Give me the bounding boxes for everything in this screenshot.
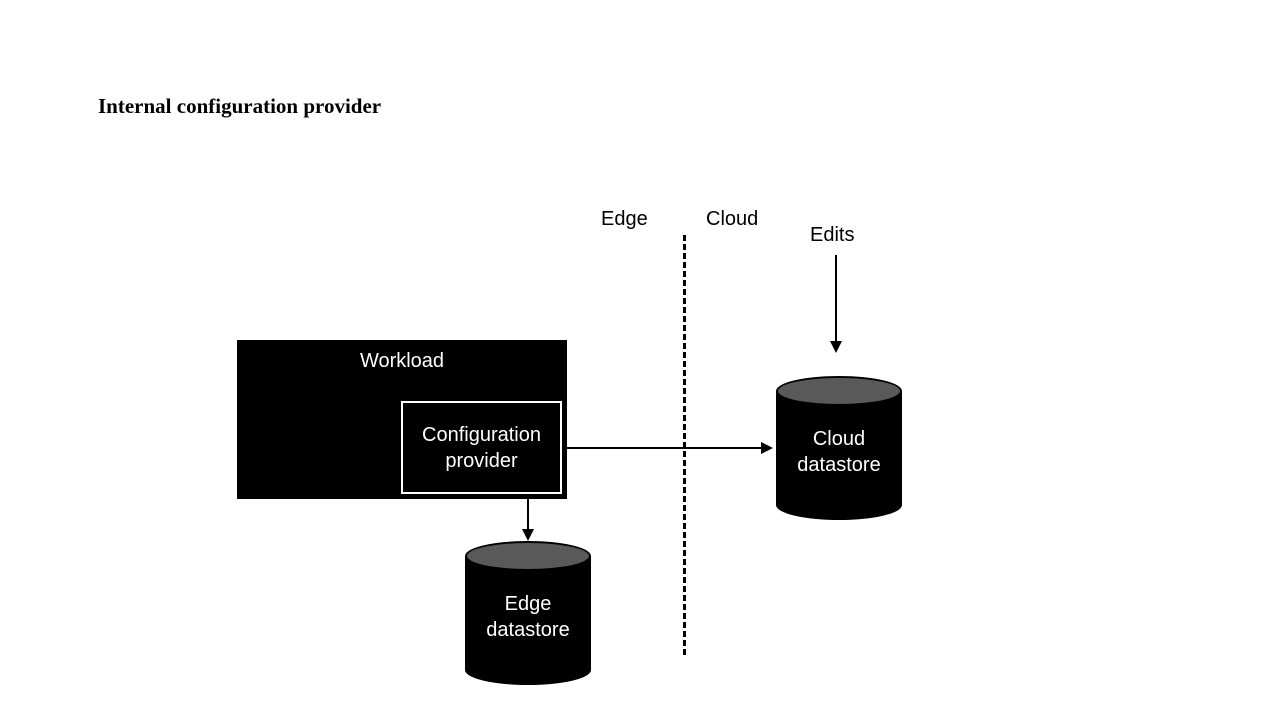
- arrow-edits-to-cloud: [830, 255, 850, 355]
- cloud-datastore-label: Clouddatastore: [776, 426, 902, 478]
- edge-datastore-cylinder: Edgedatastore: [465, 541, 591, 685]
- edge-datastore-label: Edgedatastore: [465, 591, 591, 643]
- configuration-provider-box: Configurationprovider: [401, 401, 562, 494]
- cloud-zone-label: Cloud: [706, 208, 758, 231]
- configuration-provider-label: Configurationprovider: [422, 422, 541, 474]
- diagram-title: Internal configuration provider: [98, 94, 381, 119]
- edge-zone-label: Edge: [601, 208, 648, 231]
- edits-label: Edits: [810, 224, 854, 247]
- cloud-datastore-cylinder: Clouddatastore: [776, 376, 902, 520]
- arrow-config-to-cloud: [567, 440, 777, 460]
- workload-label: Workload: [237, 350, 567, 373]
- arrow-config-to-edge: [520, 499, 540, 543]
